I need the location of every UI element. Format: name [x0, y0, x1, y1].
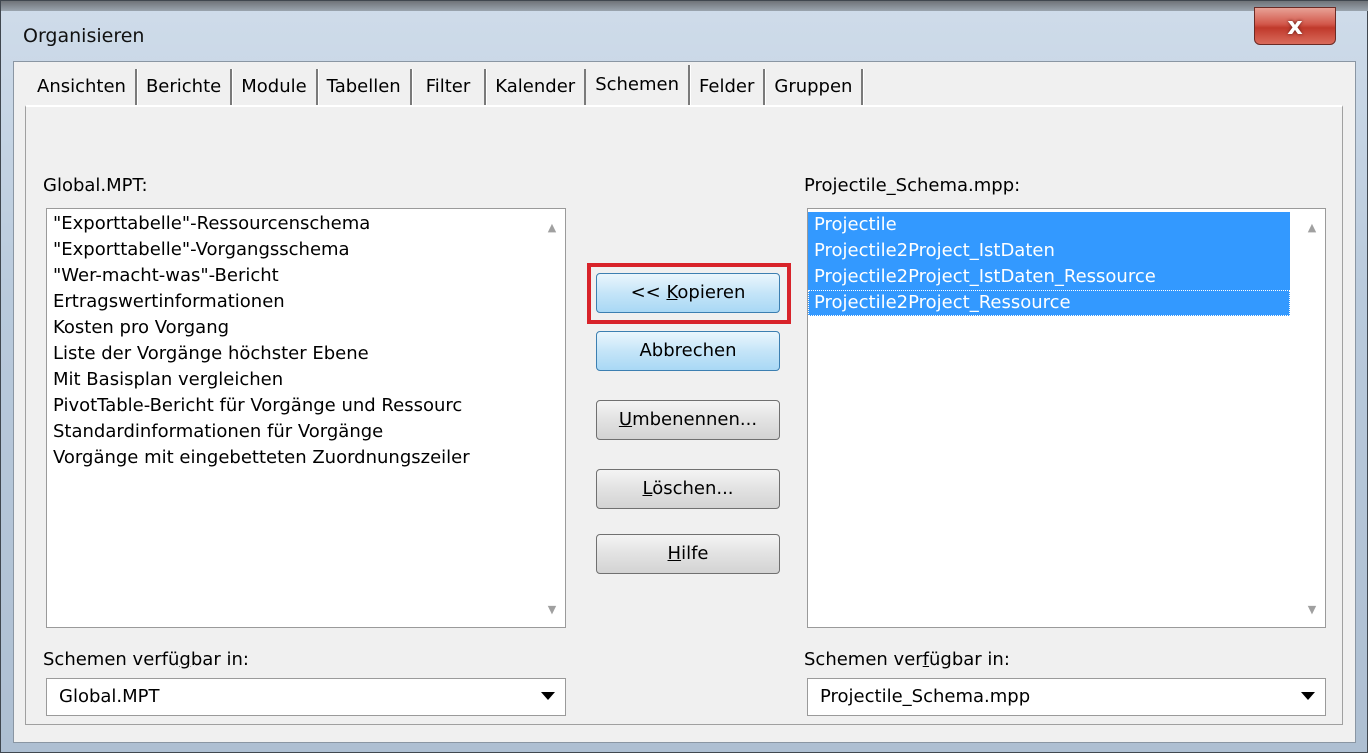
- delete-button[interactable]: Löschen...: [596, 469, 780, 509]
- help-button[interactable]: Hilfe: [596, 534, 780, 574]
- close-button[interactable]: x: [1254, 7, 1336, 45]
- tab-schemen[interactable]: Schemen: [586, 65, 691, 105]
- chevron-down-icon[interactable]: [541, 692, 555, 700]
- list-item[interactable]: PivotTable-Bericht für Vorgänge und Ress…: [47, 393, 565, 419]
- chevron-down-icon[interactable]: [1301, 692, 1315, 700]
- list-item[interactable]: Projectile2Project_Ressource: [808, 290, 1290, 316]
- list-item[interactable]: Projectile2Project_IstDaten: [808, 238, 1290, 264]
- left-list-header: Global.MPT:: [43, 175, 148, 196]
- left-available-label: Schemen verfügbar in:: [43, 649, 249, 670]
- tab-filter[interactable]: Filter: [412, 69, 487, 105]
- tab-felder[interactable]: Felder: [690, 69, 766, 105]
- tab-berichte[interactable]: Berichte: [137, 69, 233, 105]
- window-title: Organisieren: [23, 25, 145, 47]
- right-available-combobox[interactable]: Projectile_Schema.mpp: [807, 678, 1326, 716]
- right-schema-list[interactable]: Projectile Projectile2Project_IstDaten P…: [807, 208, 1326, 628]
- left-schema-list[interactable]: "Exporttabelle"-Ressourcenschema "Export…: [46, 208, 566, 628]
- tab-tabellen[interactable]: Tabellen: [318, 69, 412, 105]
- list-item[interactable]: Ertragswertinformationen: [47, 289, 565, 315]
- dialog-window: Organisieren x Ansichten Berichte Module…: [0, 0, 1368, 753]
- list-item[interactable]: Kosten pro Vorgang: [47, 315, 565, 341]
- window-top-strip: [1, 1, 1368, 11]
- list-item[interactable]: Vorgänge mit eingebetteten Zuordnungszei…: [47, 445, 565, 471]
- left-available-value: Global.MPT: [59, 686, 160, 707]
- cancel-button[interactable]: Abbrechen: [596, 331, 780, 371]
- right-list-header: Projectile_Schema.mpp:: [804, 175, 1021, 196]
- list-item[interactable]: Projectile: [808, 212, 1290, 238]
- list-item[interactable]: Standardinformationen für Vorgänge: [47, 419, 565, 445]
- list-item[interactable]: "Wer-macht-was"-Bericht: [47, 263, 565, 289]
- right-list-scrollbar[interactable]: ▲ ▼: [1299, 209, 1325, 627]
- tab-gruppen[interactable]: Gruppen: [765, 69, 864, 105]
- tab-kalender[interactable]: Kalender: [486, 69, 587, 105]
- scroll-down-icon[interactable]: ▼: [539, 597, 565, 623]
- list-item[interactable]: Mit Basisplan vergleichen: [47, 367, 565, 393]
- tab-ansichten[interactable]: Ansichten: [28, 69, 137, 105]
- rename-button[interactable]: Umbenennen...: [596, 400, 780, 440]
- scroll-up-icon[interactable]: ▲: [1299, 215, 1325, 241]
- list-item[interactable]: "Exporttabelle"-Vorgangsschema: [47, 237, 565, 263]
- list-item[interactable]: Liste der Vorgänge höchster Ebene: [47, 341, 565, 367]
- left-available-combobox[interactable]: Global.MPT: [46, 678, 566, 716]
- right-available-label: Schemen verfügbar in:: [804, 649, 1010, 670]
- right-available-value: Projectile_Schema.mpp: [820, 686, 1031, 707]
- list-item[interactable]: Projectile2Project_IstDaten_Ressource: [808, 264, 1290, 290]
- left-list-scrollbar[interactable]: ▲ ▼: [539, 209, 565, 627]
- tab-bar: Ansichten Berichte Module Tabellen Filte…: [28, 65, 864, 105]
- scroll-down-icon[interactable]: ▼: [1299, 597, 1325, 623]
- close-icon: x: [1287, 12, 1303, 40]
- tab-module[interactable]: Module: [232, 69, 318, 105]
- copy-button-highlight: [587, 263, 791, 324]
- list-item[interactable]: "Exporttabelle"-Ressourcenschema: [47, 211, 565, 237]
- scroll-up-icon[interactable]: ▲: [539, 215, 565, 241]
